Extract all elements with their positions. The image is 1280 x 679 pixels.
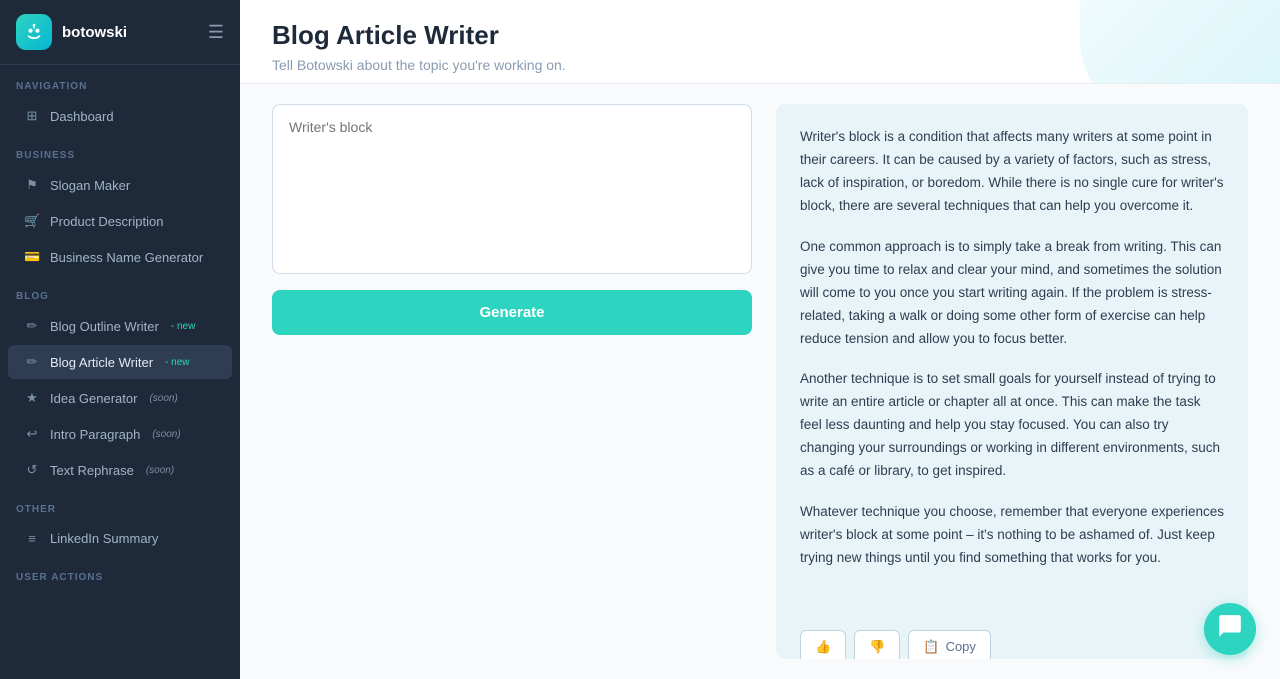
sidebar-item-dashboard[interactable]: ⊞ Dashboard	[8, 99, 232, 133]
new-badge: - new	[171, 321, 195, 332]
logo-area: botowski	[16, 14, 127, 50]
copy-icon: 📋	[923, 639, 939, 655]
chat-bubble[interactable]	[1204, 603, 1256, 655]
sidebar-item-idea-generator[interactable]: ★ Idea Generator (soon)	[8, 381, 232, 415]
copy-label: Copy	[946, 639, 976, 654]
sidebar-item-text-rephrase[interactable]: ↺ Text Rephrase (soon)	[8, 453, 232, 487]
dashboard-icon: ⊞	[24, 108, 40, 124]
app-name: botowski	[62, 24, 127, 41]
user-actions-section-label: USER ACTIONS	[0, 556, 240, 589]
intro-icon: ↩	[24, 426, 40, 442]
output-paragraph-4: Whatever technique you choose, remember …	[800, 501, 1224, 570]
sidebar-item-label: Intro Paragraph	[50, 427, 140, 442]
sidebar-item-label: Product Description	[50, 214, 163, 229]
sidebar-item-label: Dashboard	[50, 109, 114, 124]
action-bar: 👍 👎 📋 Copy	[800, 630, 1224, 659]
thumbs-down-icon: 👎	[869, 639, 885, 655]
sidebar-item-label: Blog Article Writer	[50, 355, 153, 370]
sidebar-item-product-description[interactable]: 🛒 Product Description	[8, 204, 232, 238]
sidebar-item-blog-article-writer[interactable]: ✏ Blog Article Writer - new	[8, 345, 232, 379]
sidebar-item-slogan-maker[interactable]: ⚑ Slogan Maker	[8, 168, 232, 202]
hamburger-icon[interactable]: ☰	[208, 22, 224, 43]
chat-icon	[1217, 613, 1243, 645]
output-paragraph-1: Writer's block is a condition that affec…	[800, 126, 1224, 218]
sidebar-item-label: Idea Generator	[50, 391, 137, 406]
rephrase-icon: ↺	[24, 462, 40, 478]
slogan-icon: ⚑	[24, 177, 40, 193]
content-area: Generate Writer's block is a condition t…	[240, 84, 1280, 679]
thumbs-down-button[interactable]: 👎	[854, 630, 900, 659]
sidebar-item-intro-paragraph[interactable]: ↩ Intro Paragraph (soon)	[8, 417, 232, 451]
sidebar-item-label: Business Name Generator	[50, 250, 203, 265]
linkedin-icon: ≡	[24, 531, 40, 546]
navigation-section-label: NAVIGATION	[0, 65, 240, 98]
main-content: Blog Article Writer Tell Botowski about …	[240, 0, 1280, 679]
idea-icon: ★	[24, 390, 40, 406]
page-header: Blog Article Writer Tell Botowski about …	[240, 0, 1280, 84]
sidebar-item-label: Slogan Maker	[50, 178, 130, 193]
page-title: Blog Article Writer	[272, 20, 1248, 51]
soon-badge-idea: (soon)	[149, 393, 177, 404]
new-badge-article: - new	[165, 357, 189, 368]
page-subtitle: Tell Botowski about the topic you're wor…	[272, 57, 1248, 73]
sidebar-item-linkedin-summary[interactable]: ≡ LinkedIn Summary	[8, 522, 232, 555]
sidebar-item-business-name-generator[interactable]: 💳 Business Name Generator	[8, 240, 232, 274]
soon-badge-intro: (soon)	[152, 429, 180, 440]
generate-button[interactable]: Generate	[272, 290, 752, 335]
sidebar-header: botowski ☰	[0, 0, 240, 65]
sidebar: botowski ☰ NAVIGATION ⊞ Dashboard BUSINE…	[0, 0, 240, 679]
business-section-label: BUSINESS	[0, 134, 240, 167]
sidebar-item-label: Text Rephrase	[50, 463, 134, 478]
other-section-label: OTHER	[0, 488, 240, 521]
blog-outline-icon: ✏	[24, 318, 40, 334]
logo-icon	[16, 14, 52, 50]
blog-section-label: BLOG	[0, 275, 240, 308]
topic-input[interactable]	[272, 104, 752, 274]
thumbs-up-icon: 👍	[815, 639, 831, 655]
output-paragraph-3: Another technique is to set small goals …	[800, 368, 1224, 483]
product-icon: 🛒	[24, 213, 40, 229]
sidebar-item-label: LinkedIn Summary	[50, 531, 158, 546]
output-panel: Writer's block is a condition that affec…	[776, 104, 1248, 659]
sidebar-item-label: Blog Outline Writer	[50, 319, 159, 334]
sidebar-item-blog-outline-writer[interactable]: ✏ Blog Outline Writer - new	[8, 309, 232, 343]
output-paragraph-2: One common approach is to simply take a …	[800, 236, 1224, 351]
soon-badge-rephrase: (soon)	[146, 465, 174, 476]
business-name-icon: 💳	[24, 249, 40, 265]
copy-button[interactable]: 📋 Copy	[908, 630, 991, 659]
left-panel: Generate	[272, 104, 752, 659]
blog-article-icon: ✏	[24, 354, 40, 370]
thumbs-up-button[interactable]: 👍	[800, 630, 846, 659]
